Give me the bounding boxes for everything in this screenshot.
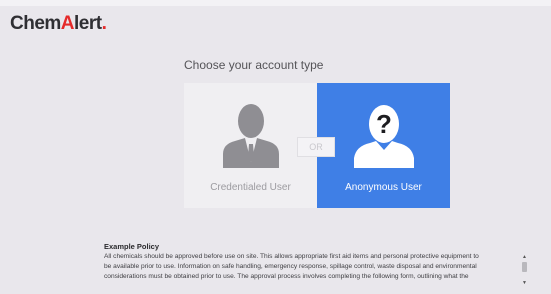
app-window: ChemAlert. Choose your account type Cred… — [0, 0, 551, 294]
policy-scrollbar[interactable]: ▲ ▼ — [521, 254, 528, 286]
policy-line: considerations must be obtained prior to… — [104, 273, 469, 280]
scrollbar-thumb[interactable] — [522, 262, 527, 272]
policy-text: All chemicals should be approved before … — [104, 252, 522, 282]
logo-part-1: Chem — [10, 13, 61, 34]
svg-text:?: ? — [376, 109, 392, 139]
scroll-down-arrow-icon[interactable]: ▼ — [521, 280, 528, 286]
scroll-up-arrow-icon[interactable]: ▲ — [521, 254, 528, 260]
logo-part-4: . — [101, 13, 107, 34]
logo-part-3: lert — [74, 13, 102, 34]
logo-part-2: A — [60, 13, 75, 34]
policy-line: be available prior to use. Information o… — [104, 263, 477, 270]
anonymous-user-option[interactable]: ? Anonymous User — [317, 83, 450, 208]
chemalert-logo: ChemAlert. — [10, 13, 107, 35]
top-strip — [0, 0, 551, 6]
policy-line: All chemicals should be approved before … — [104, 253, 479, 260]
account-type-heading: Choose your account type — [184, 58, 324, 72]
anonymous-user-icon: ? — [352, 102, 416, 173]
user-silhouette-icon — [219, 102, 283, 173]
policy-title: Example Policy — [104, 242, 160, 251]
policy-section: Example Policy All chemicals should be a… — [104, 242, 534, 288]
credentialed-user-label: Credentialed User — [210, 182, 291, 193]
anonymous-user-label: Anonymous User — [345, 182, 422, 193]
or-separator: OR — [297, 137, 335, 157]
